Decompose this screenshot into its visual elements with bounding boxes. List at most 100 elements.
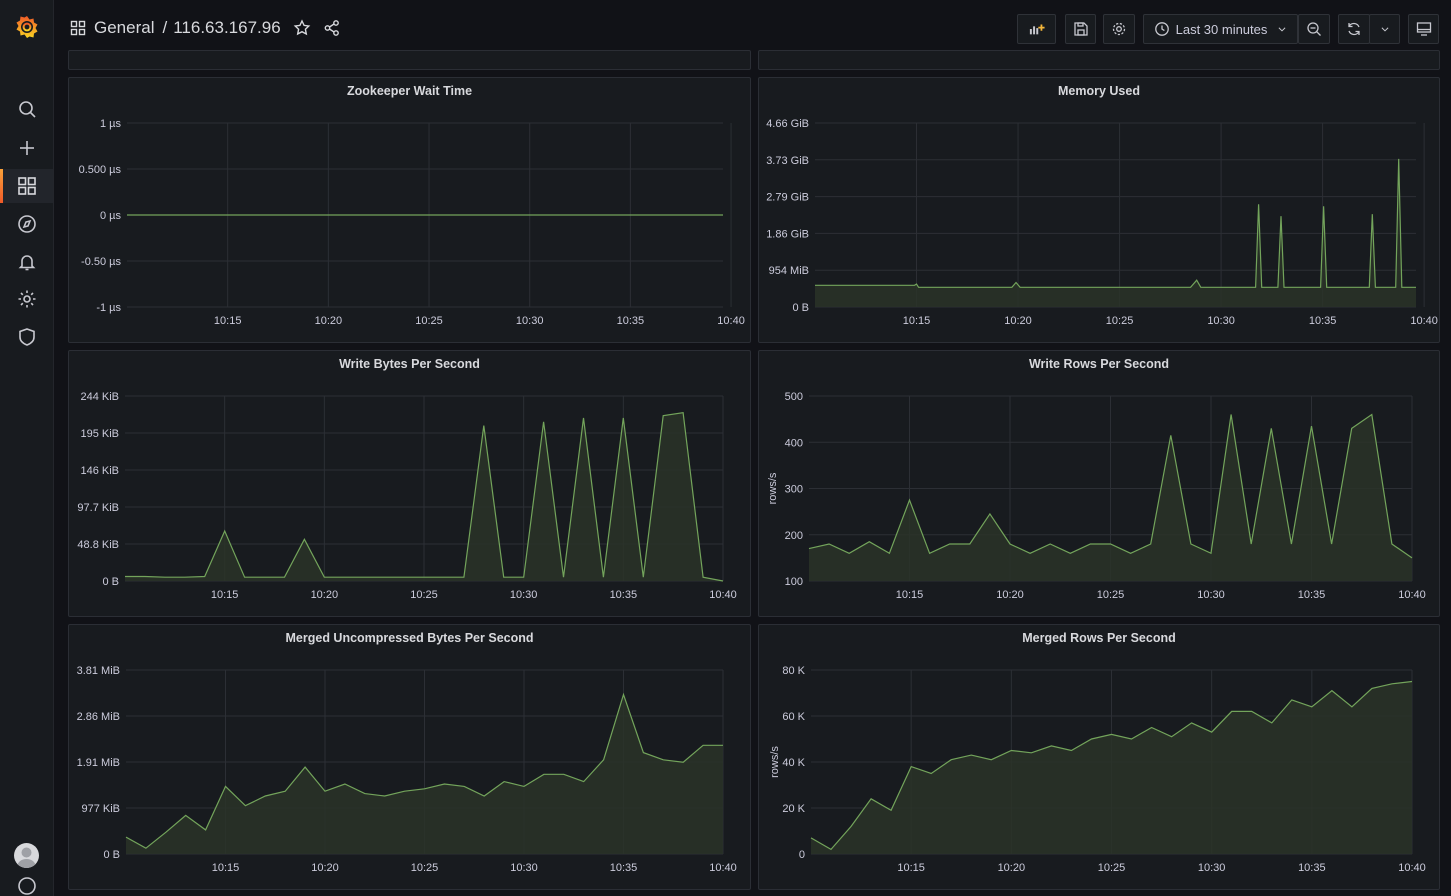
x-tick-label: 10:15 (212, 862, 240, 874)
zoom-out-icon (1307, 22, 1321, 36)
save-dashboard-button[interactable] (1065, 14, 1096, 44)
zookeeper-wait-time-chart: 1 µs 0.500 µs 0 µs -0.50 µs -1 µs 10:15 10:20 1… (79, 118, 745, 327)
refresh-button[interactable] (1338, 14, 1370, 44)
panel-merged-rows-per-second[interactable]: Merged Rows Per Second 80 K 60 K 40 K 20 K0… (758, 624, 1440, 890)
help-icon[interactable] (0, 876, 53, 896)
x-tick-label: 10:40 (1410, 315, 1438, 327)
dashboard-settings-button[interactable] (1103, 14, 1135, 44)
time-range-picker[interactable]: Last 30 minutes (1143, 14, 1298, 44)
plus-icon[interactable] (0, 131, 53, 165)
y-axis-label: rows/s (767, 472, 779, 504)
avatar[interactable] (14, 843, 39, 868)
merged-uncompressed-bytes-chart: 3.81 MiB 2.86 MiB 1.91 MiB 977 KiB 0 B 10:15 1… (77, 665, 737, 874)
x-tick-label: 10:20 (996, 589, 1024, 601)
x-tick-label: 10:25 (410, 589, 438, 601)
sidebar (0, 0, 54, 896)
partial-panel (68, 50, 751, 70)
x-tick-label: 10:20 (998, 862, 1026, 874)
breadcrumb: General / 116.63.167.96 (70, 18, 341, 38)
refresh-icon (1348, 22, 1360, 36)
x-tick-label: 10:40 (709, 589, 737, 601)
x-tick-label: 10:25 (1097, 589, 1125, 601)
y-tick-label: 80 K (782, 665, 805, 677)
dashboards-icon[interactable] (0, 169, 53, 203)
x-tick-label: 10:30 (1207, 315, 1235, 327)
save-icon (1073, 22, 1088, 36)
write-rows-per-second-chart: 500 400 300 200 100 10:15 10:20 10:25 10:30 10:35… (767, 391, 1426, 601)
y-tick-label: 146 KiB (80, 465, 119, 477)
x-tick-label: 10:25 (411, 862, 439, 874)
configuration-icon[interactable] (0, 282, 53, 316)
y-tick-label: 20 K (782, 803, 805, 815)
x-tick-label: 10:25 (1098, 862, 1126, 874)
panel-memory-used[interactable]: Memory Used 4.66 GiB 3.73 GiB 2.79 GiB 1.86… (758, 77, 1440, 343)
time-range-label: Last 30 minutes (1175, 21, 1268, 37)
y-axis-label: rows/s (769, 746, 781, 778)
x-tick-label: 10:35 (1309, 315, 1337, 327)
x-tick-label: 10:30 (510, 862, 538, 874)
shield-icon[interactable] (0, 320, 53, 354)
x-tick-label: 10:20 (311, 862, 339, 874)
y-tick-label: 100 (785, 576, 803, 588)
panel-write-rows-per-second[interactable]: Write Rows Per Second 500 400 300 200 100 10:… (758, 350, 1440, 617)
x-tick-label: 10:20 (315, 315, 343, 327)
x-tick-label: 10:30 (510, 589, 538, 601)
y-tick-label: 0 µs (100, 210, 122, 222)
top-bar: General / 116.63.167.96 Last 30 minutes (54, 0, 1451, 56)
y-tick-label: 400 (785, 437, 803, 449)
add-panel-button[interactable] (1017, 14, 1056, 44)
partial-panel (758, 50, 1440, 70)
x-tick-label: 10:15 (214, 315, 242, 327)
y-tick-label: 954 MiB (769, 265, 809, 277)
search-icon[interactable] (0, 92, 53, 126)
y-tick-label: 97.7 KiB (77, 502, 119, 514)
panel-write-bytes-per-second[interactable]: Write Bytes Per Second 244 KiB 195 KiB 146… (68, 350, 751, 617)
y-tick-label: 2.86 MiB (77, 711, 120, 723)
x-tick-label: 10:35 (1298, 589, 1326, 601)
y-tick-label: 1 µs (100, 118, 122, 130)
y-tick-label: 0 (799, 849, 805, 861)
star-icon[interactable] (293, 19, 311, 37)
x-tick-label: 10:35 (1298, 862, 1326, 874)
y-tick-label: 2.79 GiB (766, 192, 809, 204)
y-tick-label: 3.73 GiB (766, 155, 809, 167)
y-tick-label: 244 KiB (80, 391, 119, 403)
x-tick-label: 10:40 (1398, 589, 1426, 601)
y-tick-label: 0 B (792, 302, 809, 314)
merged-rows-per-second-chart: 80 K 60 K 40 K 20 K 0 10:15 10:20 10:25 10:30 10:… (769, 665, 1426, 874)
share-icon[interactable] (323, 19, 341, 37)
panel-merged-uncompressed-bytes-per-second[interactable]: Merged Uncompressed Bytes Per Second 3.8… (68, 624, 751, 890)
y-tick-label: 1.86 GiB (766, 228, 809, 240)
x-tick-label: 10:15 (896, 589, 924, 601)
y-tick-label: 195 KiB (80, 428, 119, 440)
y-tick-label: 1.91 MiB (77, 757, 120, 769)
grafana-logo-icon[interactable] (13, 13, 41, 41)
y-tick-label: 48.8 KiB (77, 539, 119, 551)
x-tick-label: 10:25 (1106, 315, 1134, 327)
x-tick-label: 10:15 (211, 589, 239, 601)
zoom-out-button[interactable] (1298, 14, 1330, 44)
x-tick-label: 10:40 (1398, 862, 1426, 874)
x-tick-label: 10:40 (717, 315, 745, 327)
x-tick-label: 10:30 (516, 315, 544, 327)
dashboard-title[interactable]: 116.63.167.96 (173, 18, 280, 38)
y-tick-label: 200 (785, 530, 803, 542)
chevron-down-icon (1381, 27, 1388, 32)
y-tick-label: 0.500 µs (79, 164, 122, 176)
x-tick-label: 10:35 (610, 589, 638, 601)
alerting-icon[interactable] (0, 245, 53, 279)
y-tick-label: -1 µs (96, 302, 121, 314)
x-tick-label: 10:20 (311, 589, 339, 601)
x-tick-label: 10:35 (617, 315, 645, 327)
y-tick-label: 40 K (782, 757, 805, 769)
explore-icon[interactable] (0, 207, 53, 241)
x-tick-label: 10:30 (1197, 589, 1225, 601)
view-mode-button[interactable] (1408, 14, 1439, 44)
chevron-down-icon (1278, 27, 1286, 32)
y-tick-label: 0 B (103, 849, 120, 861)
panel-zookeeper-wait-time[interactable]: Zookeeper Wait Time 1 µs 0.500 µs 0 µs -0.5… (68, 77, 751, 343)
folder-link[interactable]: General (94, 18, 154, 38)
refresh-interval-dropdown[interactable] (1369, 14, 1400, 44)
x-tick-label: 10:15 (903, 315, 931, 327)
y-tick-label: 3.81 MiB (77, 665, 120, 677)
